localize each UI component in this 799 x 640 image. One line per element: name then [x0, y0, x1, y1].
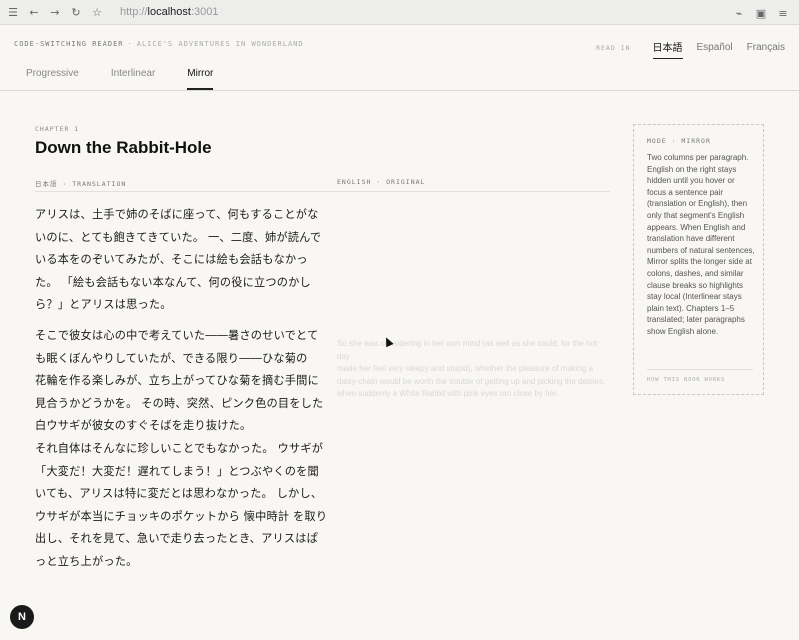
extension-icon[interactable]: ⌁	[729, 3, 749, 23]
screenshot-icon[interactable]: ▣	[751, 3, 771, 23]
column-divider	[35, 191, 610, 192]
sidebar-icon[interactable]: ☰	[3, 2, 23, 22]
original-column-header: ENGLISH · ORIGINAL	[337, 178, 426, 186]
app-header: CODE-SWITCHING READER · ALICE'S ADVENTURES…	[0, 25, 799, 91]
chapter-label: CHAPTER 1	[35, 125, 80, 133]
how-this-book-works-link[interactable]: HOW THIS BOOK WORKS	[647, 377, 725, 383]
book-title: ALICE'S ADVENTURES IN WONDERLAND	[136, 40, 304, 48]
browser-nav: ☰ ← → ↻ ☆	[3, 2, 108, 22]
paragraph-line: いても、アリスは特に変だとは思わなかった。 しかし、	[35, 487, 323, 500]
star-icon[interactable]: ☆	[87, 2, 107, 22]
paragraph-line: 白ウサギが彼女のすぐそばを走り抜けた。	[35, 419, 252, 432]
paragraph-line: いのに、とても飽きてきていた。 一、二度、姉が読んで	[35, 230, 322, 244]
lang-french[interactable]: Français	[747, 40, 785, 57]
paragraph-line: 「大変だ！大変だ！遅れてしまう！」とつぶやくのを聞	[35, 464, 319, 478]
address-bar[interactable]: http://localhost:3001	[120, 6, 218, 18]
tab-progressive[interactable]: Progressive	[26, 68, 79, 90]
paragraph-line: 見合うかどうかを。 その時、突然、ピンク色の目をした	[35, 396, 324, 410]
browser-toolbar: ☰ ← → ↻ ☆ http://localhost:3001 ⌁ ▣ ≡	[0, 0, 799, 25]
paragraph-line: アリスは、土手で姉のそばに座って、何もすることがな	[35, 208, 319, 221]
paragraph-line: いる本をのぞいてみたが、そこには絵も会話もなかっ	[35, 253, 308, 266]
lang-spanish[interactable]: Español	[697, 40, 733, 57]
brand: CODE-SWITCHING READER · ALICE'S ADVENTURES…	[14, 40, 304, 48]
english-line: daisy-chain would be worth the trouble o…	[337, 376, 606, 386]
paragraph-line: も眠くぼんやりしていたが、できる限り――ひな菊の	[35, 351, 308, 365]
url-scheme: http://	[120, 6, 148, 18]
paragraph-line: それ自体はそんなに珍しいことでもなかった。 ウサギが	[35, 442, 324, 455]
paragraph-line: っと立ち上がった。	[35, 554, 138, 568]
side-panel-heading: MODE · MIRROR	[647, 137, 711, 145]
url-port: :3001	[190, 6, 219, 18]
tab-interlinear[interactable]: Interlinear	[111, 68, 155, 90]
brand-separator: ·	[127, 40, 133, 48]
translation-column-header: 日本語 · TRANSLATION	[35, 180, 127, 188]
brand-name: CODE-SWITCHING READER	[14, 40, 124, 48]
browser-actions: ⌁ ▣ ≡	[727, 3, 793, 23]
english-original-faint[interactable]: So she was considering in her own mind (…	[337, 338, 612, 401]
read-in-label: READ IN	[596, 44, 631, 52]
url-host: localhost	[147, 6, 191, 18]
paragraph-line: そこで彼女は心の中で考えていた――暑さのせいでとて	[35, 329, 319, 342]
side-panel-divider	[647, 369, 753, 370]
paragraph-jp-1[interactable]: アリスは、土手で姉のそばに座って、何もすることがな いのに、とても飽きてきていた…	[35, 204, 322, 317]
chapter-title: Down the Rabbit-Hole	[35, 138, 212, 157]
english-line: when suddenly a White Rabbit with pink e…	[337, 389, 559, 398]
menu-icon[interactable]: ≡	[773, 3, 793, 23]
back-icon[interactable]: ←	[24, 2, 44, 22]
nextjs-badge-icon[interactable]: N	[10, 605, 34, 629]
paragraph-line: ウサギが本当にチョッキのポケットから 懐中時計 を取り	[35, 509, 328, 523]
mode-tabs: Progressive Interlinear Mirror	[26, 68, 245, 90]
paragraph-line: ら？」とアリスは思った。	[35, 298, 172, 311]
paragraph-line: 出し、それを見て、急いで走り去ったとき、アリスはぱ	[35, 532, 319, 545]
lang-japanese[interactable]: 日本語	[652, 37, 683, 59]
paragraph-line: 花輪を作る楽しみが、立ち上がってひな菊を摘む手間に	[35, 374, 319, 387]
mode-info-panel: MODE · MIRROR Two columns per paragraph.…	[633, 124, 764, 395]
paragraph-jp-3[interactable]: それ自体はそんなに珍しいことでもなかった。 ウサギが 「大変だ！大変だ！遅れてし…	[35, 438, 328, 573]
english-line: So she was considering in her own mind (…	[337, 339, 598, 361]
forward-icon[interactable]: →	[45, 2, 65, 22]
english-line: made her feel very sleepy and stupid), w…	[337, 364, 594, 373]
side-panel-body: Two columns per paragraph. English on th…	[647, 153, 755, 336]
paragraph-line: た。 「絵も会話もない本なんて、何の役に立つのかし	[35, 275, 311, 289]
paragraph-jp-2[interactable]: そこで彼女は心の中で考えていた――暑さのせいでとて も眠くぼんやりしていたが、で…	[35, 325, 324, 438]
language-switcher: READ IN 日本語 Español Français	[596, 37, 785, 59]
reload-icon[interactable]: ↻	[66, 2, 86, 22]
tab-mirror[interactable]: Mirror	[187, 68, 214, 90]
